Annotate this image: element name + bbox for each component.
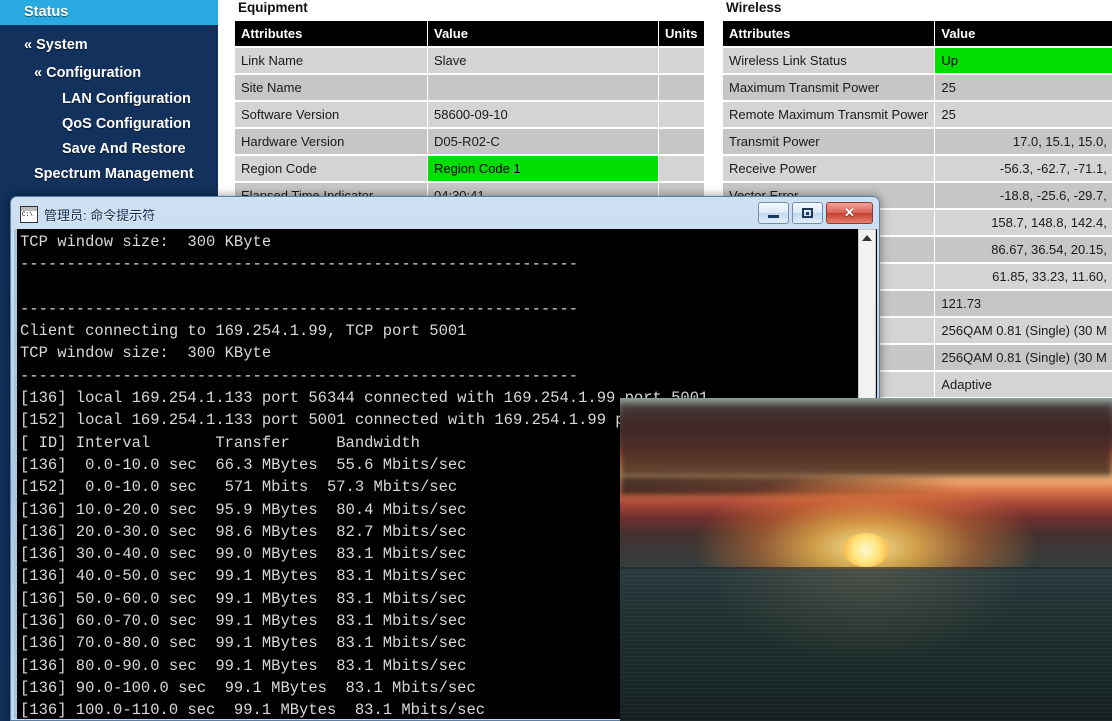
wireless-attribute: Transmit Power (723, 129, 935, 154)
table-row: Transmit Power 17.0, 15.1, 15.0, (723, 129, 1112, 154)
cloud-band-icon (620, 404, 1112, 476)
close-icon: ✕ (844, 205, 855, 220)
wireless-col-value: Value (935, 21, 1112, 46)
wireless-title: Wireless (726, 0, 782, 15)
equipment-col-value: Value (428, 21, 658, 46)
wireless-value: 256QAM 0.81 (Single) (30 M (935, 345, 1112, 370)
wireless-value: 256QAM 0.81 (Single) (30 M (935, 318, 1112, 343)
sidebar-item-qos-configuration[interactable]: QoS Configuration (0, 112, 218, 137)
wireless-header-row: Attributes Value (723, 21, 1112, 46)
table-row: Maximum Transmit Power 25 (723, 75, 1112, 100)
sea-sparkle (620, 569, 1112, 721)
table-row: Receive Power -56.3, -62.7, -71.1, (723, 156, 1112, 181)
wireless-value: Adaptive (935, 372, 1112, 397)
equipment-panel: Equipment Attributes Value Units Link Na… (234, 0, 705, 210)
equipment-value: 58600-09-10 (428, 102, 658, 127)
sun-icon (843, 532, 889, 567)
wireless-value: -18.8, -25.6, -29.7, (935, 183, 1112, 208)
wireless-attribute: Remote Maximum Transmit Power (723, 102, 935, 127)
table-row: Link Name Slave (235, 48, 704, 73)
minimize-icon (759, 203, 788, 223)
equipment-col-units: Units (659, 21, 704, 46)
sidebar-item-label: Save And Restore (62, 141, 186, 157)
equipment-attribute: Site Name (235, 75, 427, 100)
console-titlebar[interactable]: 管理员: 命令提示符 ✕ (13, 199, 877, 229)
screen-root: Status « System « Configuration LAN Conf… (0, 0, 1112, 721)
equipment-table: Attributes Value Units Link Name Slave S… (234, 19, 705, 210)
equipment-title: Equipment (238, 0, 308, 15)
console-icon (20, 205, 38, 223)
wireless-value: 86.67, 36.54, 20.15, (935, 237, 1112, 262)
equipment-units (659, 102, 704, 127)
maximize-icon (793, 203, 822, 223)
table-row: Wireless Link Status Up (723, 48, 1112, 73)
console-scrollbar[interactable] (858, 229, 876, 404)
status-badge: Up (935, 48, 1112, 73)
sidebar-item-save-and-restore[interactable]: Save And Restore (0, 137, 218, 162)
equipment-attribute: Region Code (235, 156, 427, 181)
status-badge: Region Code 1 (428, 156, 658, 181)
equipment-units (659, 48, 704, 73)
equipment-attribute: Hardware Version (235, 129, 427, 154)
equipment-attribute: Link Name (235, 48, 427, 73)
minimize-button[interactable] (758, 202, 789, 224)
sidebar-item-configuration[interactable]: « Configuration (0, 61, 218, 86)
wireless-value: 17.0, 15.1, 15.0, (935, 129, 1112, 154)
equipment-value (428, 75, 658, 100)
wireless-attribute: Maximum Transmit Power (723, 75, 935, 100)
table-row: Remote Maximum Transmit Power 25 (723, 102, 1112, 127)
sidebar-item-lan-configuration[interactable]: LAN Configuration (0, 87, 218, 112)
equipment-header-row: Attributes Value Units (235, 21, 704, 46)
equipment-units (659, 156, 704, 181)
sidebar-item-label: LAN Configuration (62, 91, 191, 107)
equipment-col-attributes: Attributes (235, 21, 427, 46)
equipment-units (659, 129, 704, 154)
equipment-units (659, 75, 704, 100)
sidebar-item-label: « System (24, 37, 88, 53)
wireless-value: 61.85, 33.23, 11.60, (935, 264, 1112, 289)
wireless-value: 25 (935, 75, 1112, 100)
wireless-value: -56.3, -62.7, -71.1, (935, 156, 1112, 181)
sidebar-item-status[interactable]: Status (0, 0, 218, 25)
sunset-photo (620, 398, 1112, 721)
sidebar-item-label: QoS Configuration (62, 116, 191, 132)
wireless-col-attributes: Attributes (723, 21, 935, 46)
sidebar-item-spectrum-management[interactable]: Spectrum Management (0, 162, 218, 187)
close-button[interactable]: ✕ (826, 202, 873, 224)
sidebar-item-label: « Configuration (34, 65, 142, 81)
scroll-up-arrow-icon[interactable] (862, 235, 872, 241)
window-controls: ✕ (758, 202, 873, 224)
wireless-attribute: Wireless Link Status (723, 48, 935, 73)
sidebar-item-label: Spectrum Management (34, 166, 194, 182)
wireless-value: 121.73 (935, 291, 1112, 316)
sidebar-item-label: Status (24, 4, 69, 20)
maximize-button[interactable] (792, 202, 823, 224)
wireless-attribute: Receive Power (723, 156, 935, 181)
table-row: Region Code Region Code 1 (235, 156, 704, 181)
wireless-value: 158.7, 148.8, 142.4, (935, 210, 1112, 235)
equipment-value: D05-R02-C (428, 129, 658, 154)
equipment-value: Slave (428, 48, 658, 73)
table-row: Site Name (235, 75, 704, 100)
console-title: 管理员: 命令提示符 (44, 207, 156, 223)
sidebar-item-system[interactable]: « System (0, 33, 218, 58)
table-row: Hardware Version D05-R02-C (235, 129, 704, 154)
equipment-attribute: Software Version (235, 102, 427, 127)
wireless-value: 25 (935, 102, 1112, 127)
table-row: Software Version 58600-09-10 (235, 102, 704, 127)
